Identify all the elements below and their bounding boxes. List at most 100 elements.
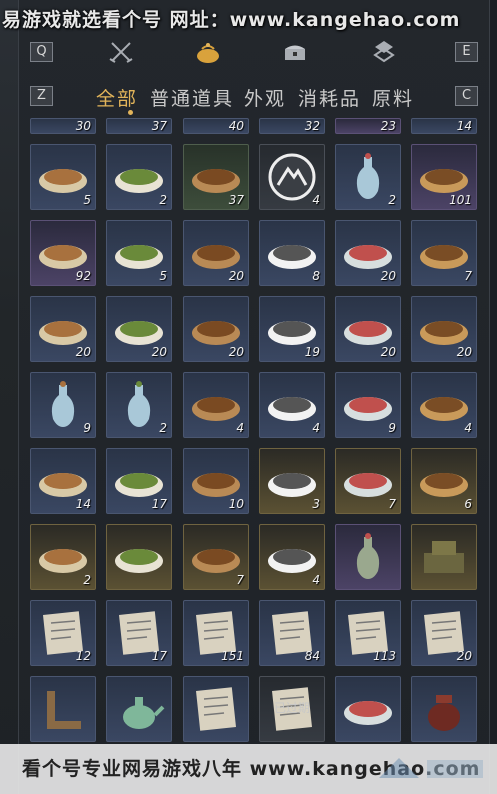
inventory-slot[interactable]: 4: [259, 372, 325, 438]
watermark-text: 易游戏就选看个号 网址：www.kangehao.com: [2, 9, 461, 31]
item-count: 40: [228, 119, 244, 133]
inventory-slot[interactable]: 9: [30, 372, 96, 438]
inventory-slot[interactable]: 7: [335, 448, 401, 514]
inventory-slot[interactable]: 20: [411, 600, 477, 666]
item-count: 4: [312, 573, 320, 587]
inventory-slot[interactable]: 14: [411, 118, 477, 134]
inventory-slot[interactable]: 9: [335, 372, 401, 438]
inventory-slot[interactable]: 8: [259, 220, 325, 286]
item-count: 12: [75, 649, 91, 663]
inventory-slot[interactable]: 92: [30, 220, 96, 286]
key-hint-z[interactable]: Z: [30, 86, 53, 106]
inventory-slot[interactable]: 5: [106, 220, 172, 286]
inventory-slot[interactable]: 2: [335, 144, 401, 210]
item-count: 2: [388, 193, 396, 207]
item-count: 32: [304, 119, 320, 133]
inventory-slot[interactable]: 2: [106, 144, 172, 210]
inventory-slot[interactable]: 4: [183, 372, 249, 438]
item-count: 20: [380, 269, 396, 283]
inventory-slot[interactable]: 20: [335, 296, 401, 362]
inventory-slot[interactable]: 4: [259, 144, 325, 210]
tab-all[interactable]: 全部: [96, 84, 138, 111]
crossed-swords-icon[interactable]: [106, 38, 136, 66]
inventory-slot[interactable]: [335, 676, 401, 742]
inventory-slot[interactable]: 2: [106, 372, 172, 438]
item-count: 20: [228, 269, 244, 283]
inventory-slot[interactable]: 20: [411, 296, 477, 362]
inventory-slot[interactable]: 20: [183, 220, 249, 286]
item-count: 151: [221, 649, 244, 663]
inventory-slot[interactable]: 2: [30, 524, 96, 590]
money-pouch-icon[interactable]: [193, 38, 223, 66]
key-hint-c[interactable]: C: [455, 86, 478, 106]
talisman-paper-icon: [196, 687, 236, 731]
stacked-diamonds-icon[interactable]: [369, 38, 399, 66]
key-hint-e[interactable]: E: [455, 42, 478, 62]
item-count: 14: [75, 497, 91, 511]
expired-label: 已过期: [273, 701, 310, 715]
inventory-slot[interactable]: [411, 676, 477, 742]
inventory-slot[interactable]: 14: [30, 448, 96, 514]
item-count: 92: [75, 269, 91, 283]
inventory-slot[interactable]: 7: [411, 220, 477, 286]
filter-tabs: Z 全部 普通道具 外观 消耗品 原料 C: [18, 78, 488, 118]
item-count: 20: [151, 345, 167, 359]
inventory-slot[interactable]: 84: [259, 600, 325, 666]
wine-jar-icon: [428, 695, 460, 731]
tab-consumables[interactable]: 消耗品: [298, 84, 361, 111]
inventory-slot[interactable]: 40: [183, 118, 249, 134]
inventory-slot[interactable]: 17: [106, 600, 172, 666]
inventory-slot[interactable]: 23: [335, 118, 401, 134]
item-count: 23: [380, 119, 396, 133]
inventory-slot[interactable]: 10: [183, 448, 249, 514]
bronze-seal-icon: [424, 541, 464, 573]
inventory-slot[interactable]: 113: [335, 600, 401, 666]
item-count: 4: [464, 421, 472, 435]
inventory-slot[interactable]: [411, 524, 477, 590]
inventory-slot[interactable]: 已过期: [259, 676, 325, 742]
inventory-slot[interactable]: 12: [30, 600, 96, 666]
tab-appearance[interactable]: 外观: [244, 84, 286, 111]
inventory-slot[interactable]: [335, 524, 401, 590]
inventory-slot[interactable]: 4: [411, 372, 477, 438]
inventory-slot[interactable]: 20: [106, 296, 172, 362]
item-count: 4: [312, 193, 320, 207]
inventory-slot[interactable]: [106, 676, 172, 742]
tab-normal-items[interactable]: 普通道具: [150, 84, 234, 111]
inventory-slot[interactable]: 20: [183, 296, 249, 362]
inventory-slot[interactable]: 6: [411, 448, 477, 514]
chest-icon[interactable]: [280, 38, 310, 66]
item-count: 7: [236, 573, 244, 587]
inventory-slot[interactable]: 4: [259, 524, 325, 590]
item-count: 9: [83, 421, 91, 435]
plain-bowl-icon: [115, 549, 163, 573]
inventory-slot[interactable]: 20: [30, 296, 96, 362]
inventory-slot[interactable]: 5: [30, 144, 96, 210]
inventory-slot[interactable]: 37: [106, 118, 172, 134]
item-count: 5: [83, 193, 91, 207]
inventory-slot[interactable]: 19: [259, 296, 325, 362]
inventory-slot[interactable]: [183, 676, 249, 742]
item-count: 4: [312, 421, 320, 435]
item-count: 20: [75, 345, 91, 359]
inventory-slot[interactable]: 30: [30, 118, 96, 134]
inventory-slot[interactable]: 101: [411, 144, 477, 210]
flatbread-icon: [344, 701, 392, 725]
key-hint-q[interactable]: Q: [30, 42, 53, 62]
tab-materials[interactable]: 原料: [372, 84, 414, 111]
item-count: 19: [304, 345, 320, 359]
inventory-slot[interactable]: 7: [183, 524, 249, 590]
item-count: 4: [236, 421, 244, 435]
inventory-slot[interactable]: [106, 524, 172, 590]
item-count: 10: [228, 497, 244, 511]
inventory-slot[interactable]: 151: [183, 600, 249, 666]
item-count: 6: [464, 497, 472, 511]
inventory-slot[interactable]: 37: [183, 144, 249, 210]
inventory-slot[interactable]: 17: [106, 448, 172, 514]
inventory-slot[interactable]: 3: [259, 448, 325, 514]
inventory-slot[interactable]: 32: [259, 118, 325, 134]
bottom-banner: 看个号专业网易游戏八年 www.kangehao.com: [0, 744, 497, 794]
inventory-slot[interactable]: [30, 676, 96, 742]
inventory-slot[interactable]: 20: [335, 220, 401, 286]
item-count: 20: [380, 345, 396, 359]
